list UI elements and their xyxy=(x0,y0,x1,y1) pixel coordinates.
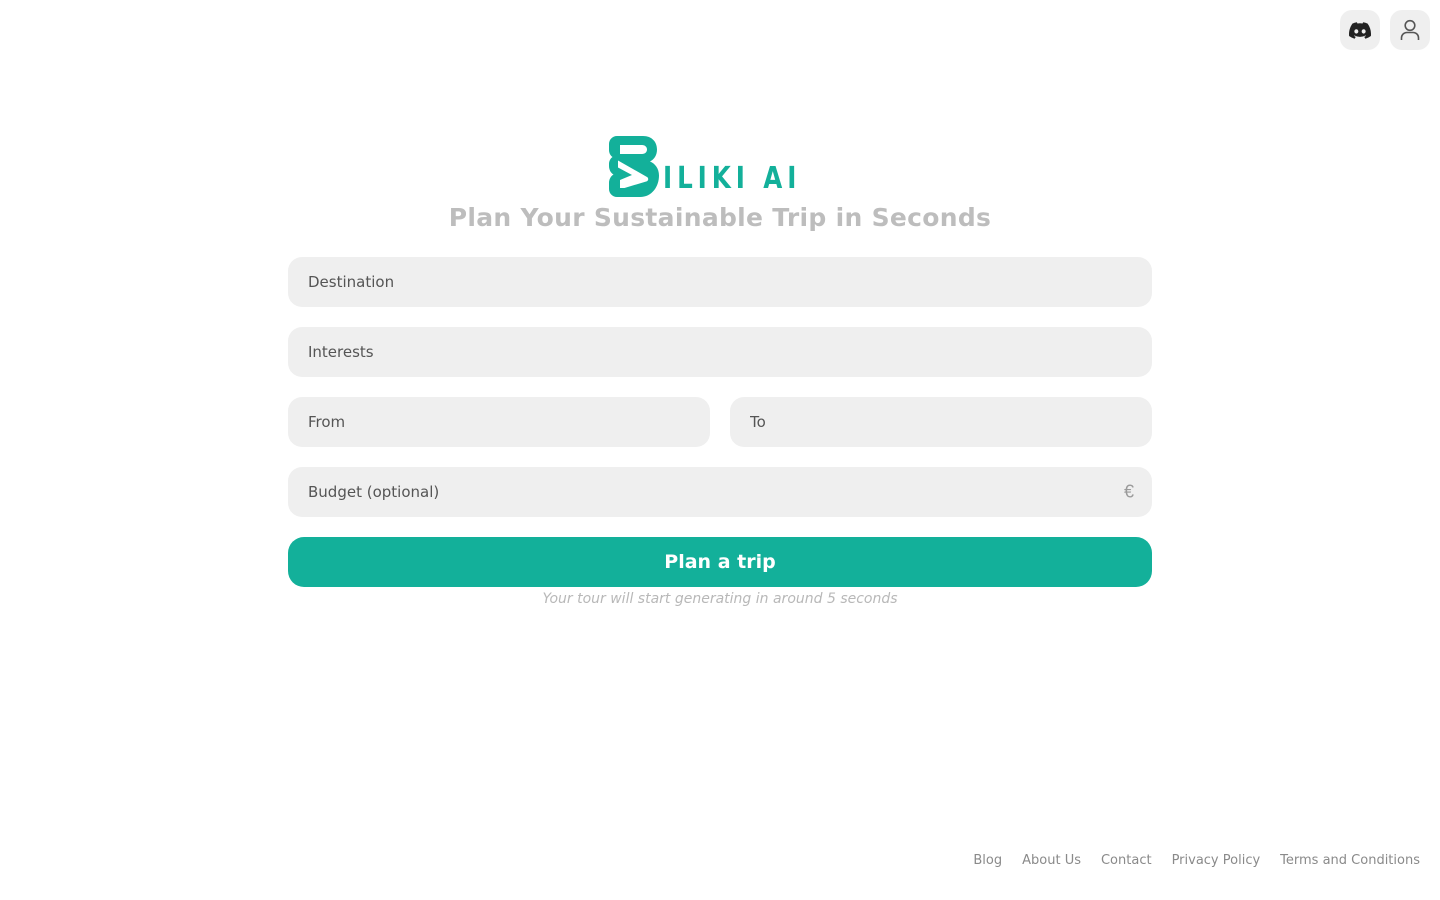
page: ILIKI AI Plan Your Sustainable Trip in S… xyxy=(0,0,1440,900)
to-date-input[interactable] xyxy=(730,397,1152,447)
page-subtitle: Plan Your Sustainable Trip in Seconds xyxy=(448,203,992,232)
to-field[interactable] xyxy=(730,397,1152,447)
footer-link-privacy-policy[interactable]: Privacy Policy xyxy=(1172,853,1261,868)
from-date-input[interactable] xyxy=(288,397,710,447)
discord-button[interactable] xyxy=(1340,10,1380,50)
footer-link-about-us[interactable]: About Us xyxy=(1022,853,1081,868)
footer-link-contact[interactable]: Contact xyxy=(1101,853,1152,868)
user-button[interactable] xyxy=(1390,10,1430,50)
euro-icon: € xyxy=(1123,481,1134,502)
footer-link-terms[interactable]: Terms and Conditions xyxy=(1280,853,1420,868)
footer-nav: Blog About Us Contact Privacy Policy Ter… xyxy=(973,853,1420,868)
top-icon-bar xyxy=(1340,10,1430,50)
generation-note: Your tour will start generating in aroun… xyxy=(542,591,898,607)
interests-input[interactable] xyxy=(288,327,1152,377)
from-field[interactable] xyxy=(288,397,710,447)
user-icon xyxy=(1400,19,1420,40)
footer-link-blog[interactable]: Blog xyxy=(973,853,1002,868)
brand-logo: ILIKI AI xyxy=(0,135,1440,197)
trip-form: € Plan a trip Your tour will start gener… xyxy=(288,257,1152,607)
plan-trip-button[interactable]: Plan a trip xyxy=(288,537,1152,587)
destination-input[interactable] xyxy=(288,257,1152,307)
budget-field[interactable]: € xyxy=(288,467,1152,517)
destination-field[interactable] xyxy=(288,257,1152,307)
logo-text: ILIKI AI xyxy=(662,161,801,196)
budget-input[interactable] xyxy=(288,467,1152,517)
date-row xyxy=(288,397,1152,467)
discord-icon xyxy=(1349,21,1371,39)
logo-mark-icon xyxy=(608,136,659,197)
interests-field[interactable] xyxy=(288,327,1152,377)
